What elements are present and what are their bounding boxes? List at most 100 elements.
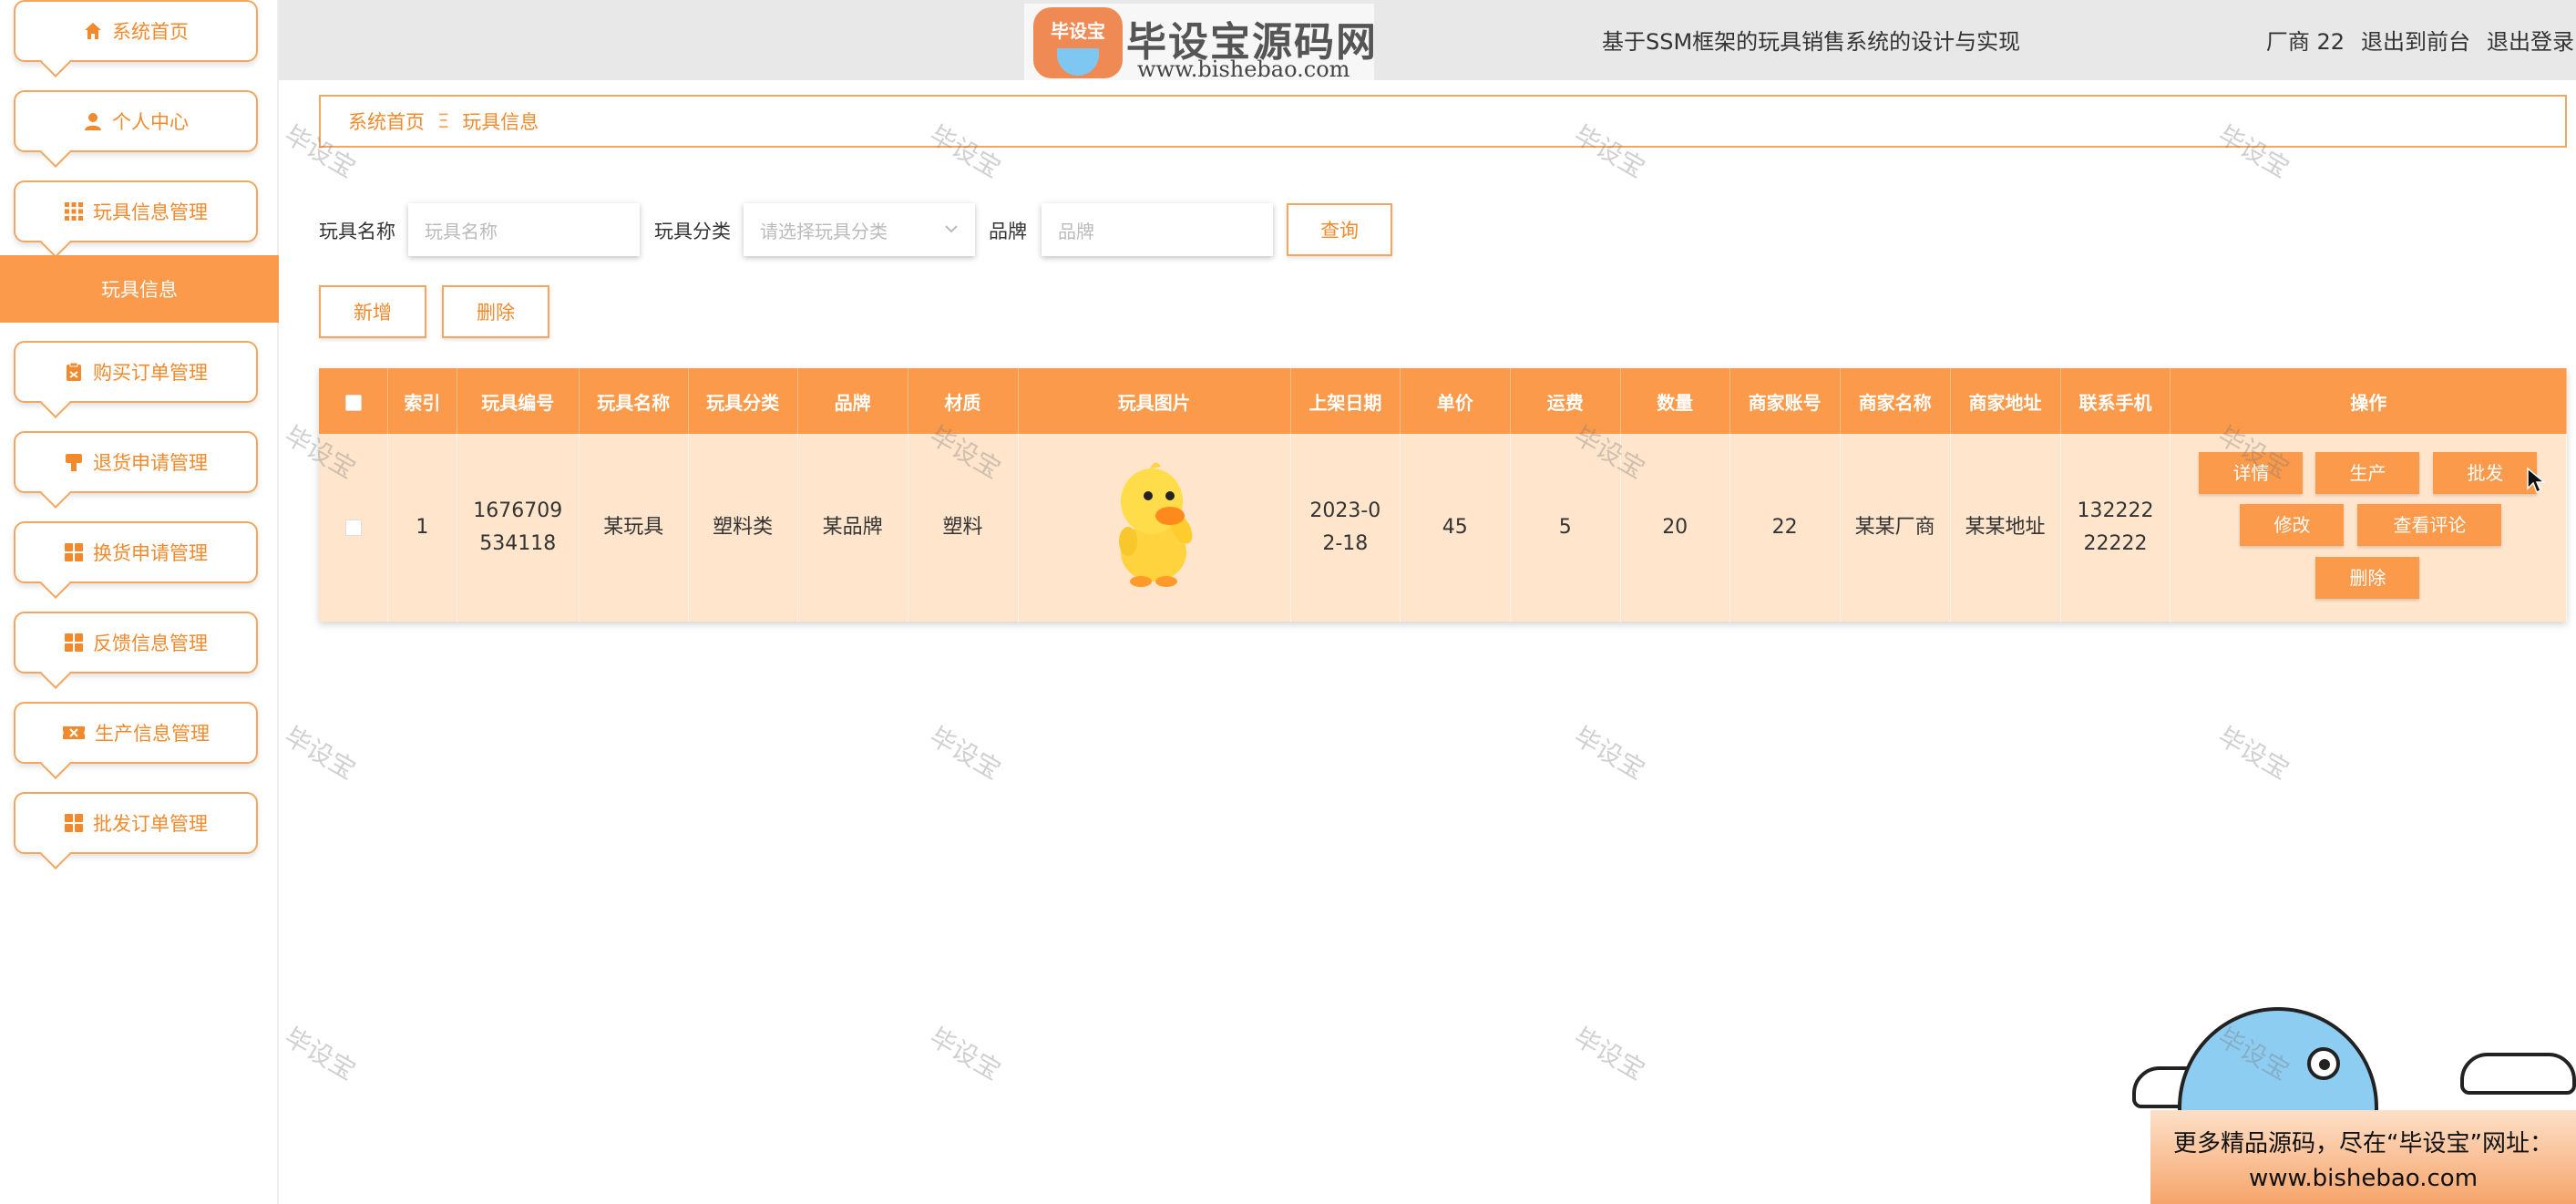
cell-quantity: 20 [1620,434,1730,622]
column-header: 索引 [387,368,457,434]
sidebar-item-home[interactable]: 系统首页 [14,0,258,62]
column-header: 联系手机 [2060,368,2171,434]
edit-button[interactable]: 修改 [2240,504,2345,546]
toy-category-label: 玩具分类 [654,221,731,242]
clipboard-icon [64,362,84,382]
breadcrumb: 系统首页 Ξ 玩具信息 [319,95,2567,148]
watermark-text: 毕设宝 [924,721,1006,786]
sidebar-item-toy-management[interactable]: 玩具信息管理 [14,180,258,242]
sidebar-item-production[interactable]: 生产信息管理 [14,702,258,764]
top-right-links: 厂商 22 退出到前台 退出登录 [2266,24,2574,56]
cell-toy-name: 某玩具 [579,434,689,622]
cell-material: 塑料 [908,434,1019,622]
table-row: 1 1676709534118 某玩具 塑料类 某品牌 塑料 2023-02-1… [319,434,2567,622]
cell-shipping: 5 [1510,434,1621,622]
cell-phone: 13222222222 [2060,434,2171,622]
row-checkbox[interactable] [344,520,362,536]
current-user: 厂商 22 [2265,29,2345,55]
sidebar-item-label: 个人中心 [112,111,189,133]
user-icon [83,111,103,131]
column-header: 材质 [908,368,1019,434]
duck-toy-image[interactable] [1104,454,1205,591]
mouse-cursor-icon [2526,467,2547,505]
apps-icon [64,542,84,562]
column-header: 上架日期 [1290,368,1401,434]
sidebar-item-feedback[interactable]: 反馈信息管理 [14,612,258,674]
brand-input[interactable]: 品牌 [1042,203,1273,256]
home-icon [83,21,103,41]
breadcrumb-separator: Ξ [437,110,450,132]
wholesale-button[interactable]: 批发 [2433,452,2538,494]
breadcrumb-home[interactable]: 系统首页 [348,108,425,135]
watermark-text: 毕设宝 [1568,721,1650,786]
sidebar-item-label: 反馈信息管理 [93,633,208,654]
column-header: 商家名称 [1840,368,1951,434]
sidebar-item-exchange-requests[interactable]: 换货申请管理 [14,521,258,583]
column-header: 商家地址 [1950,368,2061,434]
table-header-row: 索引 玩具编号 玩具名称 玩具分类 品牌 材质 玩具图片 上架日期 单价 运费 … [319,368,2567,434]
add-button[interactable]: 新增 [319,285,426,338]
bulk-delete-button[interactable]: 删除 [442,285,549,338]
cell-listing-date: 2023-02-18 [1290,434,1401,622]
logout-link[interactable]: 退出登录 [2487,24,2574,56]
produce-button[interactable]: 生产 [2315,452,2420,494]
top-bar: 基于SSM框架的玩具销售系统的设计与实现 厂商 22 退出到前台 退出登录 [279,0,2576,80]
logo-badge: 毕设宝 [1033,7,1123,78]
view-comments-button[interactable]: 查看评论 [2357,504,2502,546]
column-header: 玩具图片 [1018,368,1291,434]
site-title: 基于SSM框架的玩具销售系统的设计与实现 [1602,29,2021,55]
sidebar-item-wholesale-orders[interactable]: 批发订单管理 [14,792,258,854]
toy-name-input[interactable]: 玩具名称 [408,203,640,256]
column-header: 玩具名称 [579,368,689,434]
sidebar-item-label: 购买订单管理 [93,362,208,384]
column-header: 操作 [2170,368,2567,434]
cell-index: 1 [387,434,457,622]
row-select-cell[interactable] [319,434,389,622]
column-header: 数量 [1620,368,1730,434]
sidebar: 系统首页 个人中心 玩具信息管理 玩具信息 购买订单管理 退货申请管理 换货申请… [0,0,279,1204]
chevron-down-icon [942,220,960,242]
column-header: 玩具编号 [457,368,580,434]
sidebar-item-label: 玩具信息 [101,279,178,301]
sidebar-item-label: 批发订单管理 [93,813,208,835]
toy-name-label: 玩具名称 [319,221,395,242]
ad-banner[interactable]: 更多精品源码，尽在“毕设宝”网址： www.bishebao.com [2150,1110,2576,1204]
cell-toy-image [1018,434,1291,622]
logo-url: www.bishebao.com [1137,57,1350,82]
cell-merchant-account: 22 [1729,434,1841,622]
apps-icon [64,813,84,833]
cell-price: 45 [1400,434,1511,622]
grid-icon [64,201,84,221]
sidebar-item-purchase-orders[interactable]: 购买订单管理 [14,341,258,403]
toy-table: 索引 玩具编号 玩具名称 玩具分类 品牌 材质 玩具图片 上架日期 单价 运费 … [319,368,2567,622]
sidebar-subitem-toy-info[interactable]: 玩具信息 [0,255,279,323]
sidebar-item-profile[interactable]: 个人中心 [14,90,258,152]
sidebar-item-label: 系统首页 [112,21,189,43]
sidebar-item-label: 退货申请管理 [93,452,208,474]
toy-category-select[interactable]: 请选择玩具分类 [744,203,975,256]
detail-button[interactable]: 详情 [2199,452,2304,494]
column-header: 单价 [1400,368,1511,434]
brand-label: 品牌 [989,221,1027,242]
query-button[interactable]: 查询 [1287,203,1392,256]
header-select-all[interactable] [319,368,389,434]
exit-to-frontend-link[interactable]: 退出到前台 [2361,24,2470,56]
watermark-text: 毕设宝 [279,1022,361,1086]
sidebar-item-return-requests[interactable]: 退货申请管理 [14,431,258,493]
cell-brand: 某品牌 [797,434,908,622]
ad-line-2: www.bishebao.com [2248,1165,2479,1192]
cell-merchant-address: 某某地址 [1950,434,2061,622]
ad-line-1: 更多精品源码，尽在“毕设宝”网址： [2173,1130,2553,1158]
ticket-icon [62,723,86,743]
mascot-eye-icon [2307,1047,2340,1080]
select-all-checkbox[interactable] [344,394,362,411]
logo-face-icon [1057,48,1099,76]
cell-operations: 详情 生产 批发 修改 查看评论 删除 [2170,434,2567,622]
delete-row-button[interactable]: 删除 [2315,557,2420,599]
column-header: 品牌 [797,368,908,434]
cloud-icon [2460,1053,2576,1095]
cell-category: 塑料类 [688,434,798,622]
column-header: 运费 [1510,368,1621,434]
watermark-text: 毕设宝 [2212,721,2294,786]
watermark-logo: 毕设宝 毕设宝源码网 www.bishebao.com [1024,4,1376,82]
